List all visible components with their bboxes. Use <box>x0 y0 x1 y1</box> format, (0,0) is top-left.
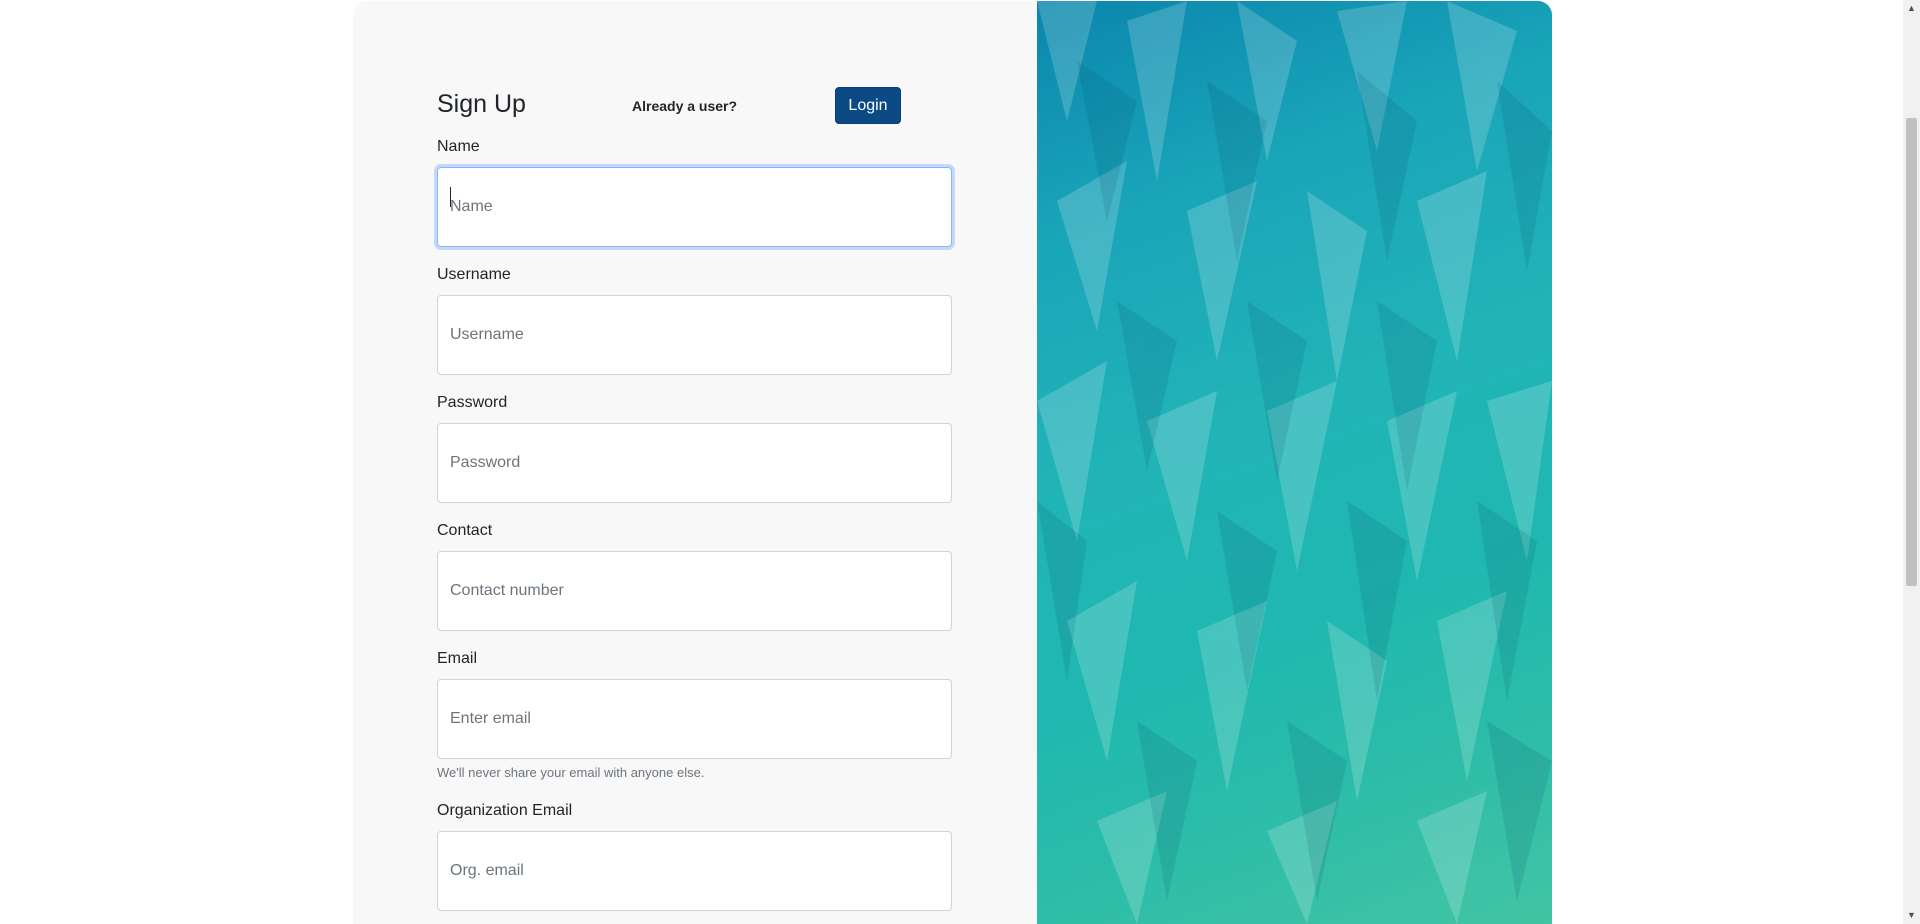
username-input[interactable] <box>437 295 952 375</box>
scroll-up-arrow-icon[interactable]: ▲ <box>1903 0 1920 17</box>
scroll-thumb[interactable] <box>1906 118 1917 586</box>
decorative-background-panel <box>1037 1 1552 924</box>
login-button[interactable]: Login <box>835 87 901 124</box>
password-input[interactable] <box>437 423 952 503</box>
username-label: Username <box>437 266 511 283</box>
signup-card: Sign Up Already a user? Login Name Usern… <box>353 1 1552 924</box>
form-header: Sign Up Already a user? Login <box>437 85 901 125</box>
email-help-text: We'll never share your email with anyone… <box>437 765 705 780</box>
name-label: Name <box>437 138 480 155</box>
email-input[interactable] <box>437 679 952 759</box>
org-email-label: Organization Email <box>437 802 573 819</box>
polygon-pattern-image <box>1037 1 1552 924</box>
contact-field-group: Contact <box>437 521 952 631</box>
signup-form-pane: Sign Up Already a user? Login Name Usern… <box>353 1 1037 924</box>
username-field-group: Username <box>437 265 952 375</box>
name-field-group: Name <box>437 137 952 247</box>
org-email-field-group: Organization Email <box>437 801 952 911</box>
email-label: Email <box>437 650 478 667</box>
page-scrollbar[interactable]: ▲ ▼ <box>1903 0 1920 924</box>
already-user-text: Already a user? <box>632 98 738 114</box>
name-input[interactable] <box>437 167 952 247</box>
text-caret <box>450 187 451 207</box>
contact-input[interactable] <box>437 551 952 631</box>
password-label: Password <box>437 394 508 411</box>
org-email-input[interactable] <box>437 831 952 911</box>
contact-label: Contact <box>437 522 493 539</box>
page-title: Sign Up <box>437 90 526 118</box>
password-field-group: Password <box>437 393 952 503</box>
scroll-down-arrow-icon[interactable]: ▼ <box>1903 907 1920 924</box>
email-field-group: Email We'll never share your email with … <box>437 649 952 780</box>
